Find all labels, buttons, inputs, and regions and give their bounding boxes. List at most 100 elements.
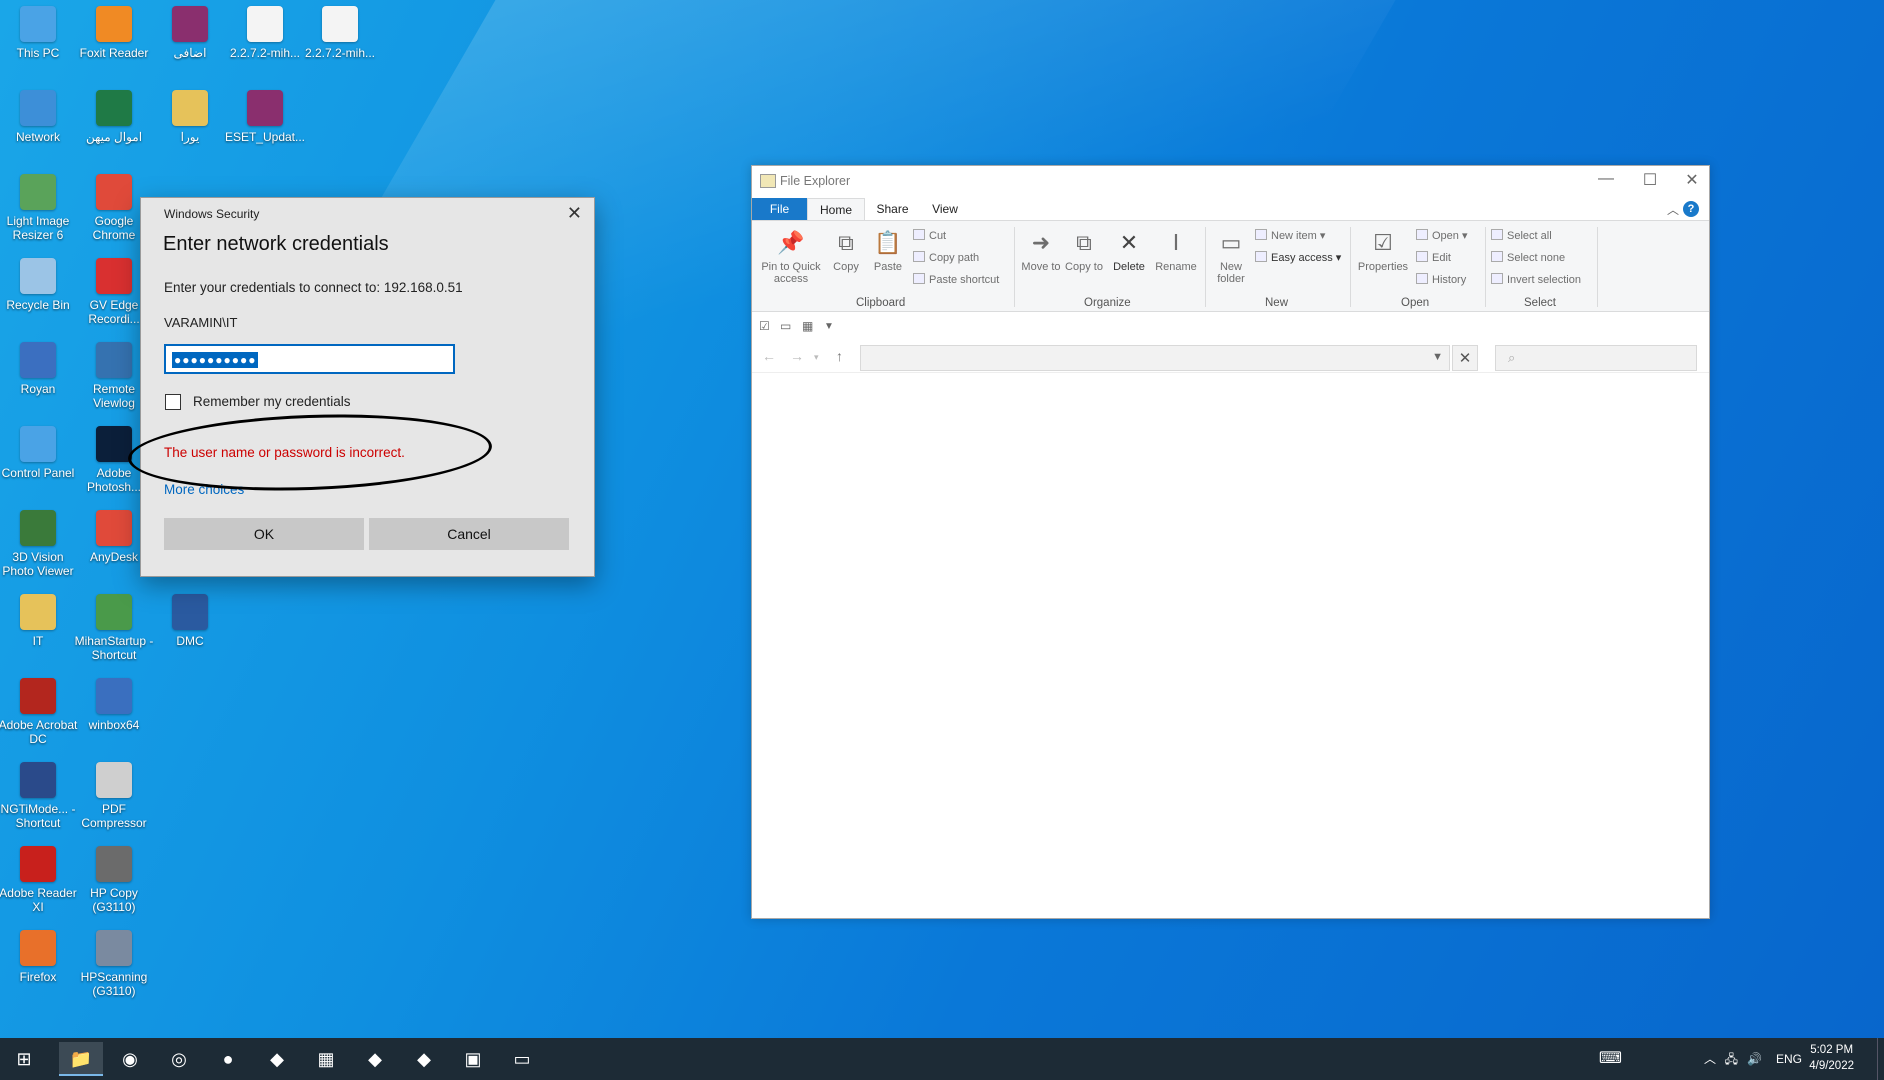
desktop-icon[interactable]: اموال میهن <box>73 90 155 144</box>
explorer-title: File Explorer <box>780 174 851 188</box>
desktop-icon[interactable]: Adobe Reader XI <box>0 846 79 914</box>
desktop-icon[interactable]: Light Image Resizer 6 <box>0 174 79 242</box>
desktop-icon[interactable]: Firefox <box>0 930 79 984</box>
network-icon[interactable]: 🖧 <box>1725 1038 1738 1080</box>
show-desktop-button[interactable] <box>1877 1038 1884 1080</box>
close-icon[interactable]: ✕ <box>567 203 582 224</box>
desktop-icon[interactable]: 2.2.7.2-mih... <box>224 6 306 60</box>
address-bar[interactable]: ▼ <box>860 345 1450 371</box>
select-none-button[interactable]: Select none <box>1491 251 1565 264</box>
taskbar-app-5[interactable]: ◆ <box>255 1042 299 1076</box>
chevron-up-icon[interactable]: ︿ <box>1667 201 1679 218</box>
easy-access-button[interactable]: Easy access ▾ <box>1255 251 1341 264</box>
tab-share[interactable]: Share <box>865 198 920 220</box>
clock[interactable]: 5:02 PM 4/9/2022 <box>1809 1042 1854 1074</box>
explorer-titlebar[interactable]: File Explorer — ☐ ✕ <box>752 166 1709 196</box>
delete-button[interactable]: ✕ Delete <box>1108 229 1150 274</box>
ok-button[interactable]: OK <box>164 518 364 550</box>
paste-shortcut-button[interactable]: Paste shortcut <box>913 273 999 286</box>
forward-arrow-icon[interactable]: → <box>790 348 804 364</box>
desktop-icon[interactable]: HP Copy (G3110) <box>73 846 155 914</box>
cut-button[interactable]: Cut <box>913 229 946 242</box>
recent-locations-icon[interactable]: ▾ <box>814 352 819 363</box>
close-icon[interactable]: ✕ <box>1677 170 1707 190</box>
copy-to-button[interactable]: ⧉ Copy to <box>1063 229 1105 274</box>
desktop-icon[interactable]: HPScanning (G3110) <box>73 930 155 998</box>
open-button[interactable]: Open ▾ <box>1416 229 1468 242</box>
help-icon[interactable]: ? <box>1683 201 1699 217</box>
remember-label[interactable]: Remember my credentials <box>193 394 351 409</box>
move-to-button[interactable]: ➜ Move to <box>1020 229 1062 274</box>
desktop-icon-label: Adobe Acrobat DC <box>0 718 78 746</box>
taskbar-firefox[interactable]: ◉ <box>108 1042 152 1076</box>
invert-selection-button[interactable]: Invert selection <box>1491 273 1581 286</box>
tab-home[interactable]: Home <box>807 198 865 220</box>
tab-file[interactable]: File <box>752 198 807 220</box>
taskbar-chrome[interactable]: ◎ <box>157 1042 201 1076</box>
new-folder-qat-icon[interactable]: ▭ <box>780 319 791 333</box>
app-icon: ◆ <box>270 1049 284 1069</box>
copy-button[interactable]: ⧉ Copy <box>826 229 866 274</box>
maximize-icon[interactable]: ☐ <box>1635 170 1665 190</box>
new-item-button[interactable]: New item ▾ <box>1255 229 1325 242</box>
desktop-icon[interactable]: This PC <box>0 6 79 60</box>
file-icon <box>247 6 283 42</box>
taskbar-app-7[interactable]: ◆ <box>353 1042 397 1076</box>
keyboard-icon[interactable]: ⌨ <box>1599 1038 1622 1080</box>
cancel-button[interactable]: Cancel <box>369 518 569 550</box>
anydesk-icon <box>96 510 132 546</box>
desktop-icon[interactable]: Royan <box>0 342 79 396</box>
back-arrow-icon[interactable]: ← <box>762 348 776 364</box>
history-button[interactable]: History <box>1416 273 1466 286</box>
group-divider <box>1014 227 1015 307</box>
clear-address-icon[interactable]: ✕ <box>1452 345 1478 371</box>
volume-icon[interactable]: 🔊 <box>1747 1038 1762 1080</box>
desktop-icon[interactable]: DMC <box>149 594 231 648</box>
paste-button[interactable]: 📋 Paste <box>868 229 908 274</box>
desktop-icon[interactable]: 2.2.7.2-mih... <box>299 6 381 60</box>
desktop-icon[interactable]: اضافی <box>149 6 231 60</box>
desktop-icon[interactable]: Recycle Bin <box>0 258 79 312</box>
taskbar-control-panel[interactable]: ▣ <box>451 1042 495 1076</box>
chevron-down-icon[interactable]: ▼ <box>1432 351 1443 363</box>
pin-quick-access-button[interactable]: 📌 Pin to Quick access <box>758 229 824 286</box>
taskbar-app-8[interactable]: ◆ <box>402 1042 446 1076</box>
desktop-icon[interactable]: NGTiMode... - Shortcut <box>0 762 79 830</box>
desktop-icon[interactable]: winbox64 <box>73 678 155 732</box>
up-arrow-icon[interactable]: ↑ <box>836 348 843 364</box>
taskbar-start-button[interactable]: ⊞ <box>2 1042 46 1076</box>
desktop-icon[interactable]: Network <box>0 90 79 144</box>
desktop-icon[interactable]: PDF Compressor <box>73 762 155 830</box>
properties-label: Properties <box>1357 261 1409 273</box>
desktop-icon[interactable]: Adobe Acrobat DC <box>0 678 79 746</box>
taskbar-calculator[interactable]: ▦ <box>304 1042 348 1076</box>
copy-path-button[interactable]: Copy path <box>913 251 979 264</box>
minimize-icon[interactable]: — <box>1591 170 1621 188</box>
remember-checkbox[interactable] <box>165 394 181 410</box>
language-indicator[interactable]: ENG <box>1776 1038 1802 1080</box>
edit-button[interactable]: Edit <box>1416 251 1451 264</box>
desktop-icon[interactable]: 3D Vision Photo Viewer <box>0 510 79 578</box>
tab-view[interactable]: View <box>920 198 970 220</box>
select-all-button[interactable]: Select all <box>1491 229 1552 242</box>
chevron-up-icon[interactable]: ︿ <box>1704 1038 1716 1080</box>
properties-button[interactable]: ☑ Properties <box>1356 229 1410 274</box>
password-field[interactable]: ●●●●●●●●●● <box>164 344 455 374</box>
explorer-content-area[interactable] <box>752 374 1709 914</box>
desktop-icon[interactable]: MihanStartup - Shortcut <box>73 594 155 662</box>
search-box[interactable]: ⌕ <box>1495 345 1697 371</box>
customize-qat-icon[interactable]: ▦ <box>802 319 813 333</box>
more-choices-link[interactable]: More choices <box>164 482 244 497</box>
taskbar-command-prompt[interactable]: ▭ <box>500 1042 544 1076</box>
taskbar-file-explorer[interactable]: 📁 <box>59 1042 103 1076</box>
desktop-icon[interactable]: IT <box>0 594 79 648</box>
properties-qat-icon[interactable]: ☑ <box>759 319 770 333</box>
taskbar-gv-edge[interactable]: ● <box>206 1042 250 1076</box>
rename-button[interactable]: Ⅰ Rename <box>1153 229 1199 274</box>
desktop-icon[interactable]: Foxit Reader <box>73 6 155 60</box>
desktop-icon[interactable]: ESET_Updat... <box>224 90 306 144</box>
desktop-icon[interactable]: Control Panel <box>0 426 79 480</box>
chevron-down-icon[interactable]: ▼ <box>824 321 834 332</box>
new-folder-button[interactable]: ▭ New folder <box>1211 229 1251 286</box>
desktop-icon[interactable]: یورا <box>149 90 231 144</box>
